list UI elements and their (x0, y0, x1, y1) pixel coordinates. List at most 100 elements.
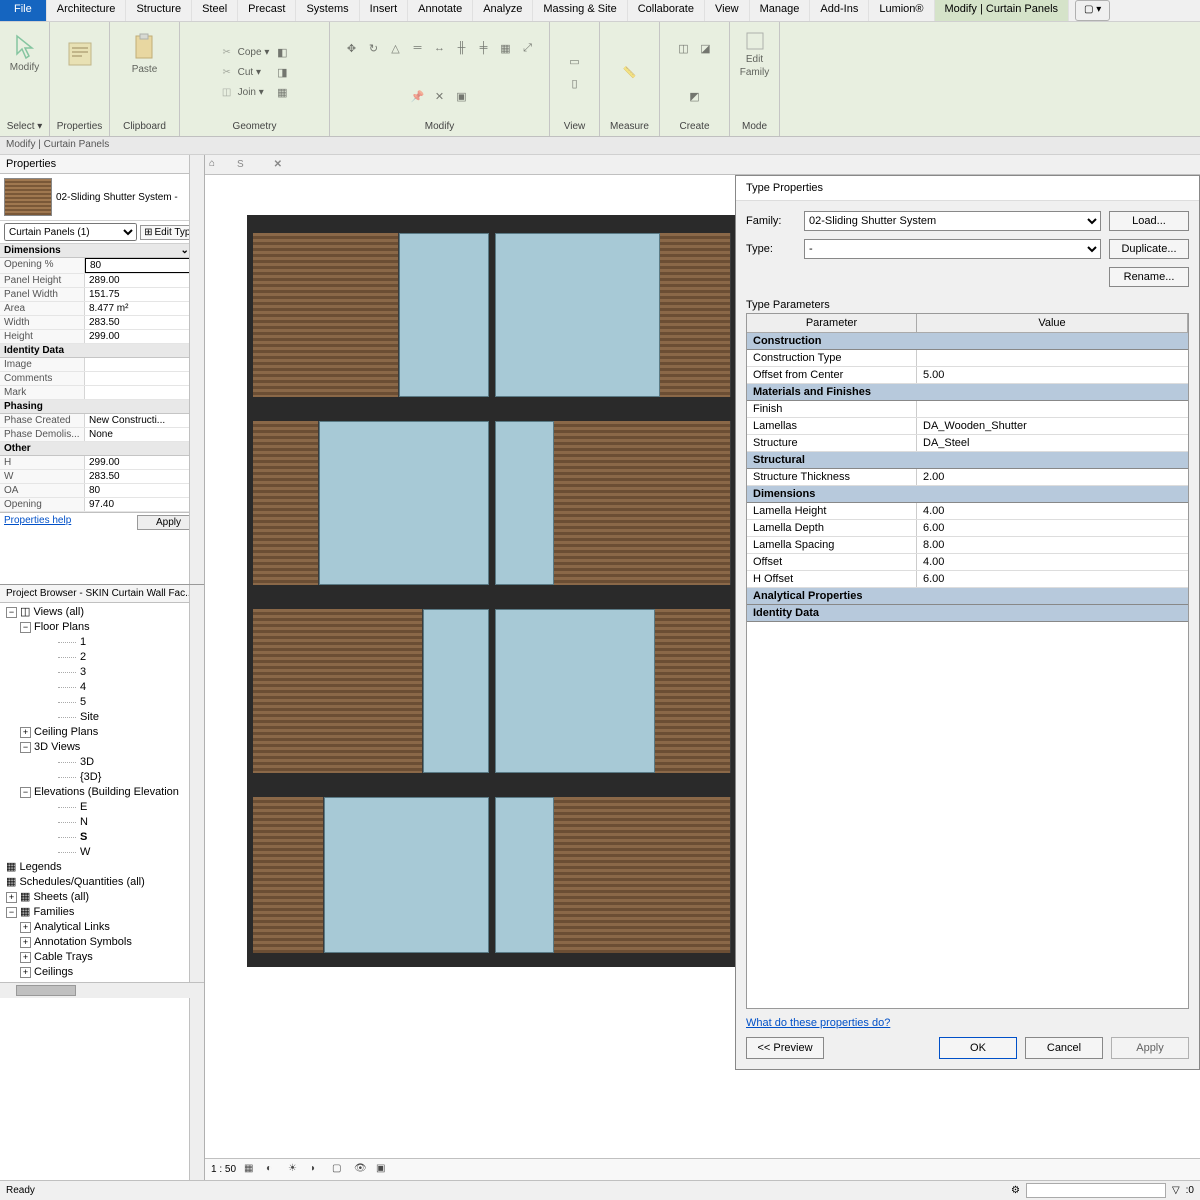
facade-model[interactable] (247, 215, 737, 995)
tp-section[interactable]: Dimensions (747, 486, 1188, 503)
filter-icon[interactable]: ▽ (1172, 1185, 1180, 1196)
tp-value[interactable]: 4.00 (917, 554, 1188, 570)
rename-button[interactable]: Rename... (1109, 267, 1189, 287)
floorplans-node[interactable]: −Floor Plans (0, 620, 204, 635)
tp-section[interactable]: Structural (747, 452, 1188, 469)
geom-icon[interactable]: ◨ (273, 64, 291, 82)
prop-value[interactable]: New Constructi... (85, 414, 204, 427)
array-icon[interactable]: ▦ (497, 39, 515, 57)
elevations-node[interactable]: −Elevations (Building Elevation (0, 785, 204, 800)
tp-row[interactable]: Structure Thickness2.00 (747, 469, 1188, 486)
tp-value[interactable]: 4.00 (917, 503, 1188, 519)
prop-value[interactable]: 8.477 m² (85, 302, 204, 315)
ceiling-node[interactable]: +Ceiling Plans (0, 725, 204, 740)
create-icon[interactable]: ◫ (675, 39, 693, 57)
visual-style-icon[interactable]: ◐ (266, 1163, 280, 1177)
tree-item[interactable]: 1 (0, 635, 204, 650)
sheets-node[interactable]: +▦ Sheets (all) (0, 890, 204, 905)
schedules-node[interactable]: ▦ Schedules/Quantities (all) (0, 875, 204, 890)
property-row[interactable]: OA80 (0, 484, 204, 498)
tp-section[interactable]: Materials and Finishes (747, 384, 1188, 401)
move-icon[interactable]: ✥ (343, 39, 361, 57)
property-row[interactable]: Phase Demolis...None (0, 428, 204, 442)
views-node[interactable]: −◫ Views (all) (0, 605, 204, 620)
tp-section[interactable]: Analytical Properties (747, 588, 1188, 605)
tab-view[interactable]: View (705, 0, 750, 21)
tp-value[interactable] (917, 401, 1188, 417)
create-icon[interactable]: ◩ (686, 88, 704, 106)
sun-icon[interactable]: ☀ (288, 1163, 302, 1177)
worksets-icon[interactable]: ⚙ (1011, 1185, 1020, 1196)
scrollbar[interactable] (189, 585, 204, 1180)
tree-item[interactable]: Site (0, 710, 204, 725)
property-row[interactable]: Comments (0, 372, 204, 386)
hscrollbar[interactable] (0, 982, 204, 998)
family-select[interactable]: 02-Sliding Shutter System (804, 211, 1101, 231)
view-icon[interactable]: ▭ (566, 53, 584, 71)
property-row[interactable]: H299.00 (0, 456, 204, 470)
scrollbar[interactable] (189, 155, 204, 584)
tab-manage[interactable]: Manage (750, 0, 811, 21)
tree-item[interactable]: E (0, 800, 204, 815)
prop-value[interactable]: 80 (85, 258, 204, 273)
tree-item[interactable]: +Analytical Links (0, 920, 204, 935)
prop-value[interactable]: 299.00 (85, 456, 204, 469)
tab-addins[interactable]: Add-Ins (810, 0, 869, 21)
property-row[interactable]: Area8.477 m² (0, 302, 204, 316)
families-node[interactable]: −▦ Families (0, 905, 204, 920)
home-icon[interactable]: ⌂ (209, 158, 223, 172)
props-help-link[interactable]: Properties help (4, 515, 71, 530)
tab-steel[interactable]: Steel (192, 0, 238, 21)
tp-row[interactable]: Lamella Height4.00 (747, 503, 1188, 520)
tp-section[interactable]: Construction (747, 333, 1188, 350)
tp-section[interactable]: Identity Data (747, 605, 1188, 622)
tp-row[interactable]: StructureDA_Steel (747, 435, 1188, 452)
measure-icon[interactable]: 📏 (614, 57, 646, 89)
ribbon-help-button[interactable]: ▢ ▾ (1075, 0, 1110, 21)
delete-icon[interactable]: ✕ (431, 88, 449, 106)
property-row[interactable]: Panel Width151.75 (0, 288, 204, 302)
scale-icon[interactable]: ⤢ (519, 39, 537, 57)
group-icon[interactable]: ▣ (453, 88, 471, 106)
property-row[interactable]: Mark (0, 386, 204, 400)
tp-row[interactable]: Construction Type (747, 350, 1188, 367)
property-row[interactable]: Opening97.40 (0, 498, 204, 512)
scale-label[interactable]: 1 : 50 (211, 1164, 236, 1175)
split-icon[interactable]: ╪ (475, 39, 493, 57)
property-row[interactable]: Panel Height289.00 (0, 274, 204, 288)
tp-value[interactable]: 6.00 (917, 571, 1188, 587)
3dviews-node[interactable]: −3D Views (0, 740, 204, 755)
join-button[interactable]: ◫Join ▾ (218, 84, 270, 102)
create-icon[interactable]: ◪ (697, 39, 715, 57)
view-icon[interactable]: ▯ (566, 75, 584, 93)
tree-item[interactable]: 3D (0, 755, 204, 770)
duplicate-button[interactable]: Duplicate... (1109, 239, 1189, 259)
tree-item[interactable]: W (0, 845, 204, 860)
geom-icon[interactable]: ▦ (273, 84, 291, 102)
prop-value[interactable] (85, 372, 204, 385)
tp-value[interactable]: DA_Wooden_Shutter (917, 418, 1188, 434)
align-icon[interactable]: ═ (409, 39, 427, 57)
modify-tool[interactable]: Modify (5, 26, 45, 81)
tp-row[interactable]: Offset4.00 (747, 554, 1188, 571)
load-button[interactable]: Load... (1109, 211, 1189, 231)
prop-value[interactable]: 283.50 (85, 316, 204, 329)
tab-analyze[interactable]: Analyze (473, 0, 533, 21)
pin-icon[interactable]: 📌 (409, 88, 427, 106)
tp-row[interactable]: Finish (747, 401, 1188, 418)
tp-value[interactable]: 6.00 (917, 520, 1188, 536)
tab-structure[interactable]: Structure (126, 0, 192, 21)
mirror-icon[interactable]: △ (387, 39, 405, 57)
paste-button[interactable]: Paste (125, 26, 165, 81)
shadow-icon[interactable]: ◗ (310, 1163, 324, 1177)
tp-value[interactable]: 5.00 (917, 367, 1188, 383)
tab-insert[interactable]: Insert (360, 0, 409, 21)
hide-icon[interactable]: 👁 (354, 1163, 368, 1177)
tp-value[interactable]: DA_Steel (917, 435, 1188, 451)
section-phasing[interactable]: Phasing⌃ (0, 400, 204, 414)
section-identity[interactable]: Identity Data⌃ (0, 344, 204, 358)
tab-systems[interactable]: Systems (296, 0, 359, 21)
filter-select[interactable]: Curtain Panels (1) (4, 223, 137, 241)
properties-button[interactable] (60, 26, 100, 81)
section-dimensions[interactable]: Dimensions⌄ ⌃ (0, 244, 204, 258)
